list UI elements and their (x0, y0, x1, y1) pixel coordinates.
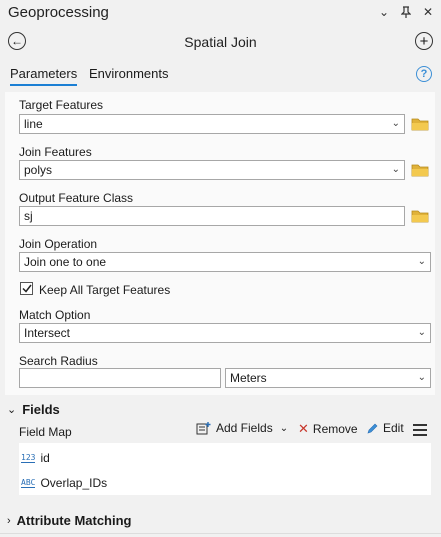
search-radius-unit: Meters (230, 371, 267, 385)
target-features-dropdown[interactable]: line ⌄ (19, 114, 405, 134)
target-features-value: line (24, 117, 43, 131)
fields-section-header[interactable]: ⌄ Fields (7, 402, 60, 417)
output-feature-class-label: Output Feature Class (19, 191, 134, 205)
pencil-icon (367, 423, 378, 433)
list-item[interactable]: ABC Overlap_IDs (21, 476, 107, 490)
keep-all-target-features-checkbox[interactable] (20, 282, 33, 295)
target-features-label: Target Features (19, 98, 104, 112)
hamburger-menu-icon[interactable] (413, 424, 427, 436)
remove-x-icon: ✕ (298, 421, 309, 436)
join-features-value: polys (24, 163, 53, 177)
add-fields-button[interactable]: Add Fields ⌄ (196, 421, 288, 435)
output-feature-class-input[interactable]: sj (19, 206, 405, 226)
join-features-dropdown[interactable]: polys ⌄ (19, 160, 405, 180)
join-operation-value: Join one to one (24, 255, 107, 269)
edit-button[interactable]: Edit (366, 421, 404, 435)
attribute-matching-section-header[interactable]: › Attribute Matching (7, 513, 132, 528)
folder-browse-icon[interactable] (411, 117, 429, 131)
fields-section-title: Fields (22, 402, 60, 417)
output-feature-class-value: sj (24, 209, 33, 223)
match-option-dropdown[interactable]: Intersect ⌄ (19, 323, 431, 343)
chevron-down-icon: ⌄ (417, 256, 426, 267)
chevron-down-icon: ⌄ (391, 118, 400, 129)
pane-titlebar: Geoprocessing ⌄ ✕ (0, 0, 441, 28)
tab-parameters[interactable]: Parameters (10, 66, 78, 86)
numeric-field-icon: 123 (21, 453, 36, 463)
remove-button[interactable]: ✕ Remove (298, 421, 358, 437)
add-fields-icon (196, 422, 211, 435)
tab-environments[interactable]: Environments (89, 66, 168, 81)
checkmark-icon (21, 284, 32, 293)
chevron-down-icon[interactable]: ⌄ (377, 5, 391, 19)
remove-label: Remove (312, 422, 358, 436)
match-option-label: Match Option (19, 308, 91, 322)
folder-browse-icon[interactable] (411, 209, 429, 223)
text-field-icon: ABC (21, 478, 36, 488)
keep-all-target-features-label: Keep All Target Features (39, 283, 171, 297)
chevron-down-icon: ⌄ (7, 404, 17, 416)
field-name: Overlap_IDs (40, 476, 108, 490)
join-operation-dropdown[interactable]: Join one to one ⌄ (19, 252, 431, 272)
tool-tabs: Parameters Environments ? (0, 62, 441, 90)
chevron-right-icon: › (7, 514, 11, 527)
add-fields-label: Add Fields (216, 421, 273, 435)
search-radius-label: Search Radius (19, 354, 98, 368)
field-map-label: Field Map (19, 425, 72, 439)
add-plus-icon[interactable]: + (415, 32, 433, 50)
help-icon[interactable]: ? (416, 66, 432, 82)
pin-icon[interactable] (399, 5, 413, 19)
join-operation-label: Join Operation (19, 237, 98, 251)
tool-header: ← Spatial Join + (0, 28, 441, 56)
search-radius-unit-dropdown[interactable]: Meters ⌄ (225, 368, 431, 388)
field-name: id (40, 451, 50, 465)
chevron-down-icon: ⌄ (417, 327, 426, 338)
match-option-value: Intersect (24, 326, 71, 340)
attribute-matching-title: Attribute Matching (16, 513, 132, 528)
list-item[interactable]: 123 id (21, 451, 50, 465)
join-features-label: Join Features (19, 145, 92, 159)
pane-title: Geoprocessing (8, 4, 109, 21)
edit-label: Edit (383, 421, 404, 435)
pane-window-controls: ⌄ ✕ (377, 5, 435, 19)
folder-browse-icon[interactable] (411, 163, 429, 177)
close-icon[interactable]: ✕ (421, 5, 435, 19)
chevron-down-icon: ⌄ (279, 422, 289, 434)
divider (0, 533, 441, 534)
chevron-down-icon: ⌄ (391, 164, 400, 175)
search-radius-input[interactable] (19, 368, 221, 388)
tool-title: Spatial Join (184, 34, 257, 50)
chevron-down-icon: ⌄ (417, 372, 426, 383)
